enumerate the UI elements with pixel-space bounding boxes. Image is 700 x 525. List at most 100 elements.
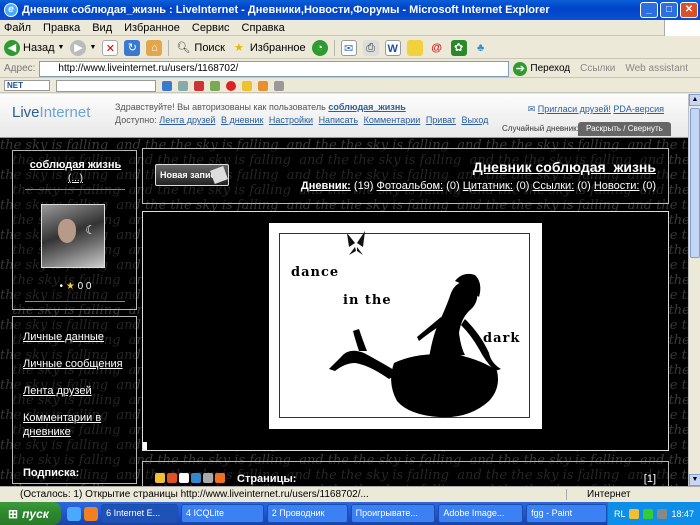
rss-icon[interactable]: [215, 473, 225, 483]
vertical-scrollbar[interactable]: ▲ ▼: [688, 94, 700, 486]
plugin-icon[interactable]: ✿: [450, 39, 467, 56]
back-arrow-icon: ◀: [4, 39, 20, 56]
web-assistant-button[interactable]: Web assistant: [625, 63, 688, 74]
menu-tools[interactable]: Сервис: [192, 22, 230, 34]
close-button[interactable]: ✕: [680, 2, 698, 18]
addon-go-icon[interactable]: [162, 80, 172, 91]
task-player[interactable]: Проигрывате...: [350, 504, 436, 523]
random-diary[interactable]: Случайный дневник: //: [502, 124, 585, 133]
page-icon[interactable]: [179, 473, 189, 483]
stop-icon[interactable]: ✕: [102, 39, 119, 56]
nav-personal-data[interactable]: Личные данные: [23, 331, 104, 343]
diary-stats: Дневник: (19) Фотоальбом: (0) Цитатник: …: [301, 180, 656, 192]
quick-launch: [67, 506, 99, 521]
link-friends-feed[interactable]: Лента друзей: [159, 115, 215, 125]
nav-friends-feed[interactable]: Лента друзей: [23, 385, 92, 397]
invite-friends-link[interactable]: Пригласи друзей!: [538, 104, 611, 114]
volume-icon[interactable]: [657, 508, 668, 519]
media-quick-icon[interactable]: [84, 506, 99, 521]
save-icon[interactable]: [191, 473, 201, 483]
scroll-down-icon[interactable]: ▼: [689, 474, 700, 486]
addon-search-input[interactable]: [56, 79, 156, 92]
link-to-diary[interactable]: В дневник: [221, 115, 263, 125]
tray-icon[interactable]: [643, 508, 654, 519]
status-bar: (Осталось: 1) Открытие страницы http://w…: [0, 486, 700, 502]
stat-news-label[interactable]: Новости:: [594, 180, 640, 192]
window-titlebar: e Дневник соблюдая_жизнь : LiveInternet …: [0, 0, 700, 20]
addon-weather-icon[interactable]: [242, 80, 252, 91]
task-icqlite[interactable]: 4 ICQLite: [181, 504, 264, 523]
link-comments[interactable]: Комментарии: [364, 115, 421, 125]
task-explorer[interactable]: 2 Проводник: [266, 504, 348, 523]
link-logout[interactable]: Выход: [461, 115, 488, 125]
addon-tool-icon[interactable]: [178, 80, 188, 91]
link-settings[interactable]: Настройки: [269, 115, 313, 125]
minimize-button[interactable]: _: [640, 2, 658, 18]
maximize-button[interactable]: □: [660, 2, 678, 18]
liveinternet-header: LiveInternet Здравствуйте! Вы авторизова…: [0, 94, 688, 138]
stat-photo-label[interactable]: Фотоальбом:: [377, 180, 444, 192]
record-icon[interactable]: [167, 473, 177, 483]
art-word-dark: dark: [483, 331, 521, 346]
addon-cart-icon[interactable]: [210, 80, 220, 91]
user-name-link[interactable]: соблюдая жизнь: [13, 159, 138, 171]
stat-quotes-label[interactable]: Цитатник:: [463, 180, 513, 192]
address-input[interactable]: http://www.liveinternet.ru/users/1168702…: [39, 60, 510, 77]
user-more-link[interactable]: (...): [13, 173, 138, 184]
scroll-thumb[interactable]: [690, 108, 700, 258]
tray-icon[interactable]: [629, 508, 640, 519]
messenger-icon[interactable]: @: [429, 40, 445, 56]
pda-version-link[interactable]: PDA-версия: [613, 104, 664, 114]
stat-links-label[interactable]: Ссылки:: [532, 180, 574, 192]
start-button[interactable]: ⊞ пуск: [0, 502, 62, 525]
print-icon[interactable]: [203, 473, 213, 483]
addon-mail-icon[interactable]: [274, 80, 284, 91]
heart-icon[interactable]: [226, 80, 236, 91]
post-image[interactable]: dance in the dark: [269, 223, 542, 429]
menu-file[interactable]: Файл: [4, 22, 31, 34]
menu-view[interactable]: Вид: [92, 22, 112, 34]
home-icon[interactable]: ⌂: [146, 39, 163, 56]
language-indicator[interactable]: RL: [614, 509, 626, 519]
nav-comments-in-diary-2[interactable]: дневнике: [23, 426, 71, 438]
back-button[interactable]: ◀ Назад ▼: [4, 39, 64, 56]
menu-edit[interactable]: Правка: [43, 22, 80, 34]
diary-title[interactable]: Дневник соблюдая_жизнь: [473, 159, 656, 175]
stat-diary-label[interactable]: Дневник:: [301, 180, 351, 192]
favorites-button[interactable]: ★ Избранное: [231, 40, 306, 56]
page-count[interactable]: [1]: [644, 473, 656, 485]
search-button[interactable]: 🔍︎ Поиск: [175, 40, 224, 56]
forward-button[interactable]: ▶ ▼: [70, 39, 96, 56]
star-icon: ★: [233, 41, 244, 54]
scroll-up-icon[interactable]: ▲: [689, 94, 700, 106]
links-button[interactable]: Ссылки: [580, 63, 615, 74]
smile-icon[interactable]: [155, 473, 165, 483]
print-icon[interactable]: ⎙: [362, 39, 379, 56]
user-link[interactable]: соблюдая_жизнь: [328, 102, 405, 112]
task-paint[interactable]: fgg - Paint: [526, 504, 607, 523]
menu-bar: Файл Правка Вид Избранное Сервис Справка: [0, 20, 700, 36]
media-icon[interactable]: ◔: [311, 39, 328, 56]
expand-collapse-tab[interactable]: Раскрыть / Свернуть: [578, 122, 671, 136]
nav-comments-in-diary[interactable]: Комментарии в: [23, 412, 101, 424]
addon-star-icon[interactable]: [258, 80, 268, 91]
notes-icon[interactable]: [406, 39, 423, 56]
go-button[interactable]: ➔ Переход: [513, 61, 570, 76]
menu-help[interactable]: Справка: [242, 22, 285, 34]
link-write[interactable]: Написать: [319, 115, 359, 125]
menu-favorites[interactable]: Избранное: [124, 22, 180, 34]
new-post-button[interactable]: Новая запись: [155, 164, 229, 186]
mail-icon[interactable]: ✉: [340, 39, 357, 56]
nav-private-messages[interactable]: Личные сообщения: [23, 358, 123, 370]
task-internet-explorer[interactable]: 6 Internet E...: [101, 504, 178, 523]
ie-quick-icon[interactable]: [67, 506, 82, 521]
link-private[interactable]: Приват: [426, 115, 456, 125]
refresh-icon[interactable]: ↻: [124, 39, 141, 56]
avatar[interactable]: ☾: [41, 204, 105, 268]
users-icon[interactable]: ♣: [473, 40, 489, 56]
liveinternet-logo[interactable]: LiveInternet: [12, 104, 90, 121]
standard-toolbar: ◀ Назад ▼ ▶ ▼ ✕ ↻ ⌂ 🔍︎ Поиск ★ Избранное…: [0, 37, 700, 59]
word-icon[interactable]: W: [384, 39, 401, 56]
addon-flag-icon[interactable]: [194, 80, 204, 91]
task-adobe-imageready[interactable]: Adobe Image...: [438, 504, 524, 523]
